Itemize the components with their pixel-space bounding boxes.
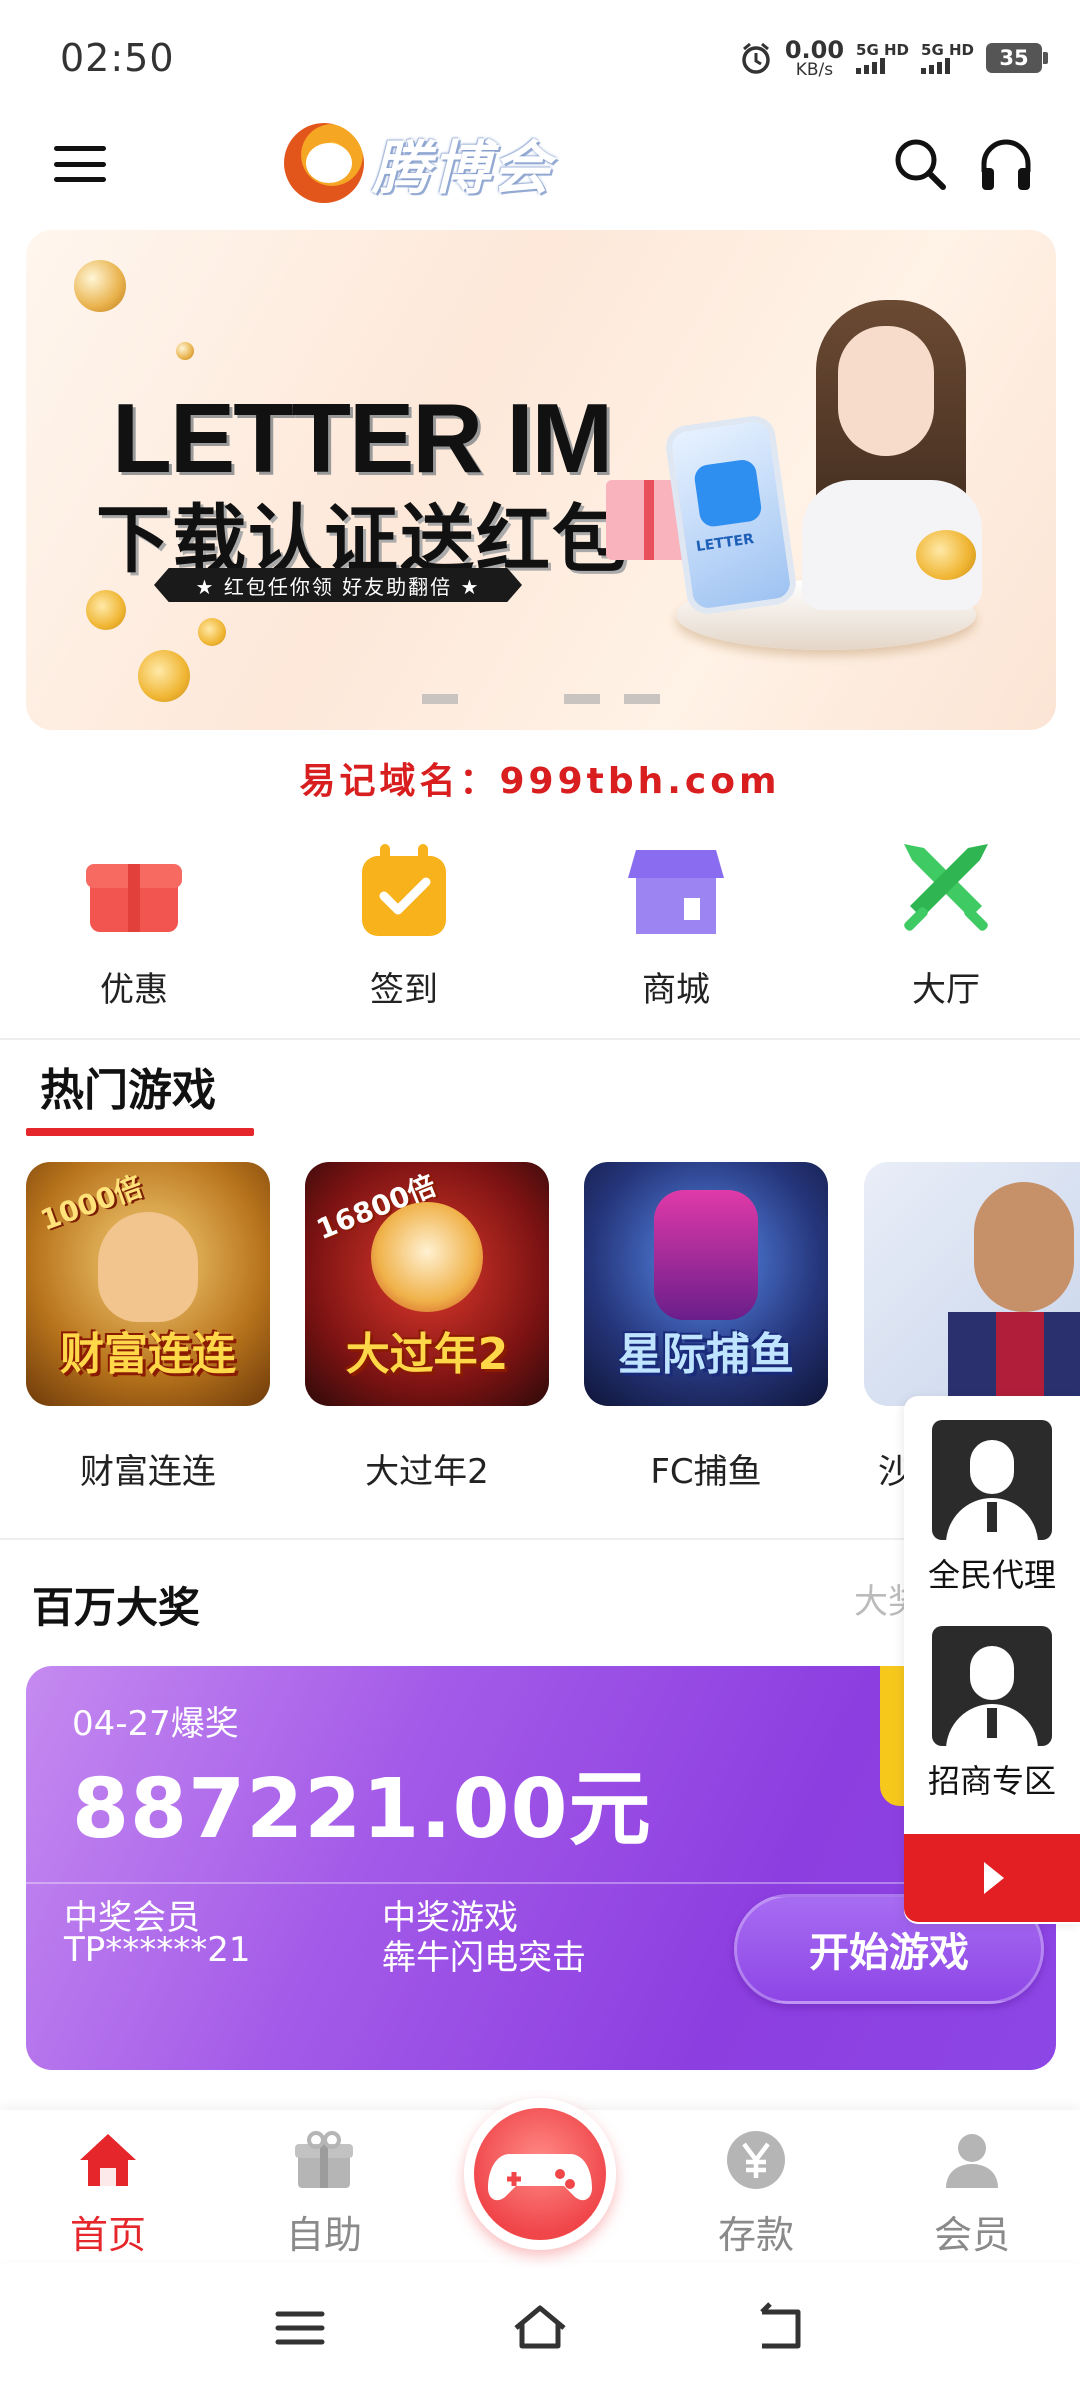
quick-nav: 优惠 签到 商城 大厅 bbox=[0, 830, 1080, 1010]
app-logo: 腾博会 bbox=[284, 118, 552, 208]
side-item-agent[interactable]: 全民代理 bbox=[904, 1420, 1080, 1596]
phone-app-label: LETTER bbox=[695, 531, 755, 556]
tab-member[interactable]: 会员 bbox=[882, 2128, 1062, 2259]
player-jersey-art bbox=[948, 1312, 1080, 1406]
yen-coin-icon bbox=[727, 2131, 785, 2189]
recent-apps-icon[interactable] bbox=[270, 2298, 330, 2358]
net-speed: 0.00 KB/s bbox=[784, 35, 845, 80]
back-icon[interactable] bbox=[750, 2298, 810, 2358]
menu-icon[interactable] bbox=[54, 146, 106, 182]
crossed-swords-icon bbox=[904, 844, 988, 931]
jackpot-title: 百万大奖 bbox=[32, 1583, 201, 1632]
alarm-icon bbox=[742, 42, 770, 74]
quick-nav-lobby[interactable]: 大厅 bbox=[846, 830, 1046, 1011]
game-card[interactable]: 1000倍 财富连连 财富连连 bbox=[26, 1162, 270, 1493]
player-face-art bbox=[974, 1182, 1074, 1312]
gamepad-icon bbox=[488, 2154, 592, 2201]
hot-games-underline bbox=[26, 1128, 254, 1136]
game-thumbnail[interactable]: 星际捕鱼 bbox=[584, 1162, 828, 1406]
agent-avatar-icon bbox=[932, 1420, 1052, 1540]
game-thumbnail[interactable]: 16800倍 大过年2 bbox=[305, 1162, 549, 1406]
home-nav-icon[interactable] bbox=[510, 2298, 570, 2358]
promo-banner[interactable]: LETTER IM 下载认证送红包 ★ 红包任你领 好友助翻倍 ★ LETTER bbox=[26, 230, 1056, 730]
jackpot-date: 04-27爆奖 bbox=[72, 1704, 239, 1744]
winning-game-value: 犇牛闪电突击 bbox=[382, 1938, 586, 1978]
coin-decoration bbox=[86, 590, 126, 630]
store-icon bbox=[628, 850, 724, 934]
tab-self-service[interactable]: 自助 bbox=[234, 2128, 414, 2259]
side-item-partnership[interactable]: 招商专区 bbox=[904, 1626, 1080, 1802]
character-art bbox=[98, 1212, 198, 1322]
hot-games-title: 热门游戏 bbox=[40, 1065, 216, 1116]
calendar-check-icon bbox=[362, 844, 446, 936]
game-thumb-title: 财富连连 bbox=[60, 1329, 236, 1380]
gold-ball-decoration bbox=[74, 260, 126, 312]
phone-illustration: LETTER bbox=[663, 413, 799, 617]
jackpot-card: 04-27爆奖 887221.00元 中奖会员 TP******21 中奖游戏 … bbox=[26, 1666, 1056, 2070]
game-card[interactable]: 星际捕鱼 FC捕鱼 bbox=[584, 1162, 828, 1493]
carousel-dot[interactable] bbox=[624, 694, 660, 704]
home-icon bbox=[80, 2134, 136, 2186]
carousel-dot[interactable] bbox=[564, 694, 600, 704]
game-name: FC捕鱼 bbox=[650, 1452, 762, 1492]
logo-mark bbox=[284, 123, 364, 203]
game-thumb-title: 星际捕鱼 bbox=[618, 1329, 794, 1380]
gold-ball-decoration bbox=[176, 342, 194, 360]
person-icon bbox=[946, 2134, 998, 2188]
quick-nav-store[interactable]: 商城 bbox=[576, 830, 776, 1011]
coin-stack-decoration bbox=[916, 530, 976, 580]
game-name: 大过年2 bbox=[365, 1452, 489, 1492]
lion-dance-art bbox=[371, 1202, 483, 1312]
game-thumb-title: 大过年2 bbox=[345, 1329, 509, 1380]
signal-bars-icon bbox=[921, 57, 951, 74]
app-header: 腾博会 bbox=[0, 110, 1080, 220]
robot-art bbox=[654, 1190, 758, 1320]
banner-ribbon: ★ 红包任你领 好友助翻倍 ★ bbox=[154, 568, 522, 602]
carousel-dot[interactable] bbox=[422, 694, 458, 704]
gift-box-icon bbox=[295, 2131, 353, 2188]
partner-avatar-icon bbox=[932, 1626, 1052, 1746]
game-card[interactable]: 16800倍 大过年2 大过年2 bbox=[305, 1162, 549, 1493]
game-thumbnail[interactable]: 1000倍 财富连连 bbox=[26, 1162, 270, 1406]
logo-text: 腾博会 bbox=[372, 134, 553, 202]
signal-sim2: 5G HD bbox=[921, 42, 974, 74]
banner-title: LETTER IM bbox=[112, 383, 613, 493]
signal-sim1: 5G HD bbox=[856, 42, 909, 74]
status-icons: 0.00 KB/s 5G HD 5G HD 35 bbox=[739, 35, 1048, 80]
divider bbox=[26, 1882, 1056, 1884]
system-nav-bar bbox=[0, 2268, 1080, 2388]
play-arrow-icon bbox=[984, 1862, 1004, 1894]
side-panel-toggle[interactable] bbox=[904, 1834, 1080, 1922]
battery-icon: 35 bbox=[986, 43, 1048, 73]
quick-nav-checkin[interactable]: 签到 bbox=[304, 830, 504, 1011]
divider bbox=[0, 1038, 1080, 1040]
search-icon[interactable] bbox=[888, 132, 952, 196]
quick-nav-promotions[interactable]: 优惠 bbox=[34, 830, 234, 1011]
carousel-dots[interactable] bbox=[26, 694, 1056, 704]
status-time: 02:50 bbox=[60, 36, 175, 80]
tab-home[interactable]: 首页 bbox=[18, 2128, 198, 2259]
coin-decoration bbox=[198, 618, 226, 646]
gift-icon bbox=[86, 864, 182, 932]
headset-icon[interactable] bbox=[974, 132, 1038, 196]
letter-app-icon bbox=[692, 458, 763, 529]
jackpot-amount: 887221.00元 bbox=[72, 1762, 652, 1857]
game-name: 财富连连 bbox=[80, 1452, 216, 1492]
domain-notice: 易记域名：999tbh.com bbox=[299, 761, 781, 802]
center-games-button[interactable] bbox=[464, 2098, 616, 2250]
model-face bbox=[838, 326, 934, 456]
winner-value: TP******21 bbox=[64, 1930, 251, 1970]
game-thumbnail[interactable] bbox=[864, 1162, 1080, 1406]
status-bar: 02:50 0.00 KB/s 5G HD 5G HD 35 bbox=[0, 0, 1080, 110]
signal-bars-icon bbox=[856, 57, 886, 74]
tab-deposit[interactable]: 存款 bbox=[666, 2128, 846, 2259]
